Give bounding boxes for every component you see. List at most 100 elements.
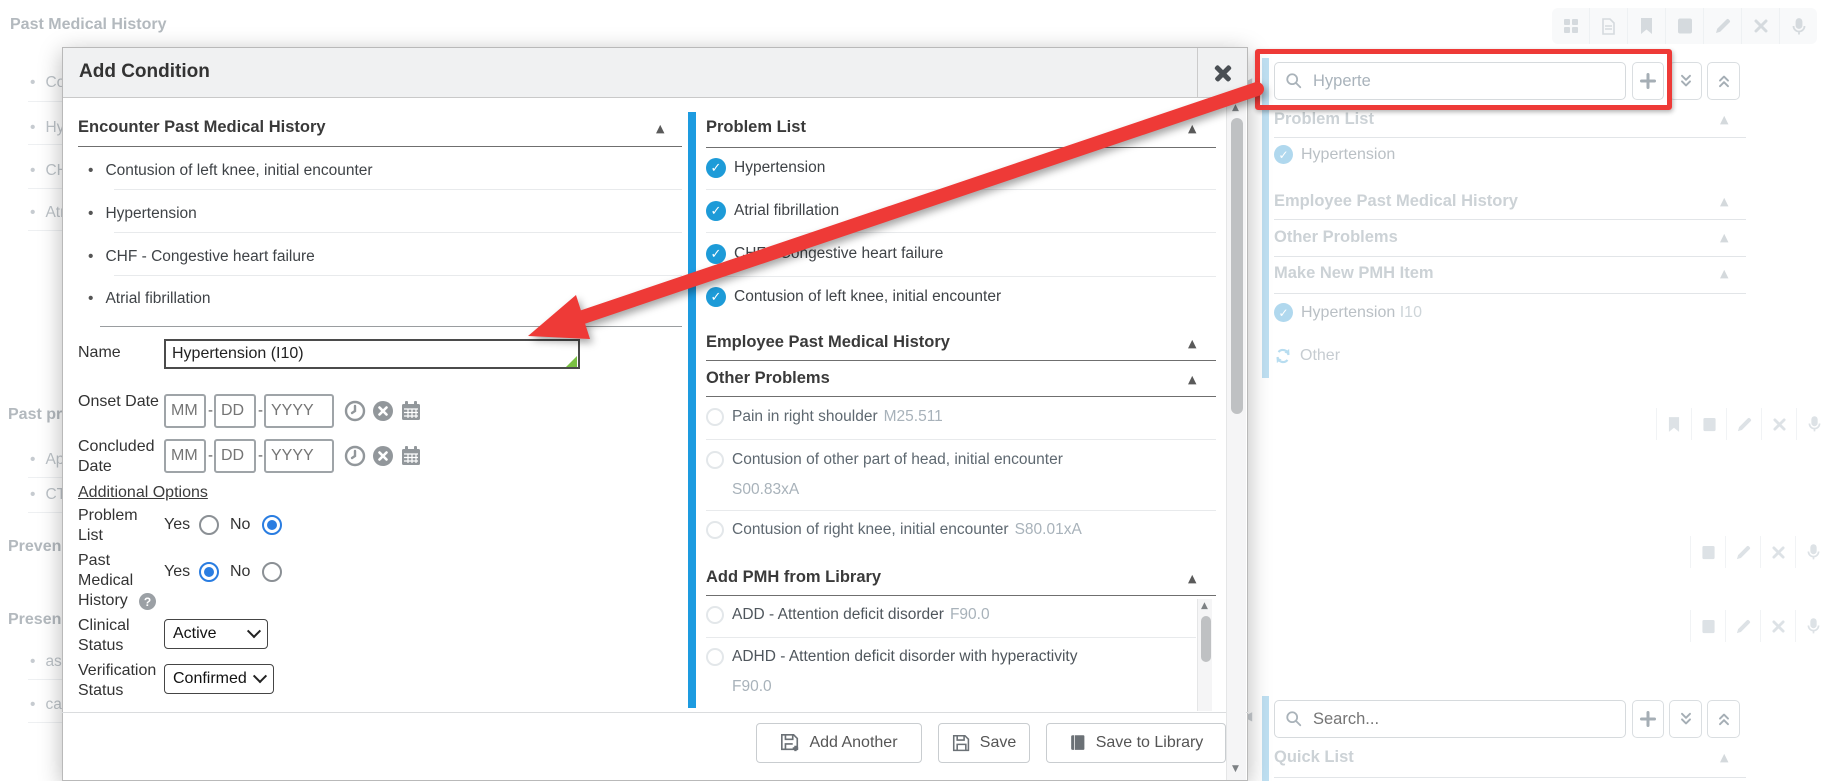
onset-year-input[interactable] [264,394,334,428]
collapse-all-button[interactable] [1707,700,1740,738]
modal-scrollbar[interactable]: ▲ ▼ [1226,98,1246,780]
concluded-month-input[interactable] [164,439,206,473]
problem-list-yes-radio[interactable] [199,515,219,535]
problem-list-item[interactable]: ✓CHF - Congestive heart failure [706,244,943,264]
scrollbar-thumb[interactable] [1201,616,1211,662]
radio-circle-icon [706,451,724,469]
close-icon[interactable] [1760,536,1795,568]
sidebar-section-quick-list[interactable]: Quick List [1274,748,1354,767]
expand-all-button[interactable] [1669,62,1702,100]
chevron-up-icon[interactable]: ▲ [1720,752,1728,763]
radio-circle-icon [706,648,724,666]
microphone-icon[interactable] [1779,8,1817,44]
pencil-icon[interactable] [1725,536,1760,568]
scroll-up-icon[interactable]: ▲ [1201,602,1208,611]
pmh-no-radio[interactable] [262,562,282,582]
problem-list-header[interactable]: Problem List [706,118,806,137]
help-icon[interactable]: ? [139,593,156,610]
pencil-icon[interactable] [1703,8,1741,44]
microphone-icon[interactable] [1796,408,1831,440]
book-icon[interactable] [1691,408,1726,440]
book-icon[interactable] [1690,536,1725,568]
chevron-up-icon[interactable]: ▲ [1720,196,1728,207]
additional-options-link[interactable]: Additional Options [78,484,208,502]
check-circle-icon: ✓ [1274,303,1293,322]
save-to-library-button[interactable]: Save to Library [1046,723,1226,763]
pencil-icon[interactable] [1726,408,1761,440]
sidebar-item-hypertension[interactable]: ✓ Hypertension [1274,145,1395,164]
chevron-up-icon[interactable]: ▲ [1720,268,1728,279]
add-another-button[interactable]: Add Another [756,723,922,763]
sidebar-item-hypertension-i10[interactable]: ✓ Hypertension I10 [1274,303,1422,322]
chevron-up-icon[interactable]: ▲ [1188,338,1196,349]
microphone-icon[interactable] [1795,536,1830,568]
other-problems-header[interactable]: Other Problems [706,369,830,388]
sidebar-item-other[interactable]: Other [1274,347,1340,365]
verification-status-select[interactable]: Confirmed [164,664,274,694]
encounter-pmh-header[interactable]: Encounter Past Medical History [78,118,326,137]
document-icon[interactable] [1589,8,1627,44]
concluded-year-input[interactable] [264,439,334,473]
employee-pmh-header[interactable]: Employee Past Medical History [706,333,950,352]
encounter-pmh-item[interactable]: •CHF - Congestive heart failure [88,248,315,266]
chevron-up-icon[interactable]: ▲ [1720,114,1728,125]
book-icon[interactable] [1690,610,1725,642]
clear-date-icon[interactable] [372,445,394,467]
check-circle-icon: ✓ [706,158,726,178]
pmh-yes-radio[interactable] [199,562,219,582]
onset-day-input[interactable] [214,394,256,428]
close-icon[interactable] [1760,610,1795,642]
problem-list-item[interactable]: ✓Atrial fibrillation [706,201,839,221]
close-icon[interactable] [1761,408,1796,440]
encounter-pmh-item[interactable]: •Atrial fibrillation [88,290,211,308]
problem-list-no-radio[interactable] [262,515,282,535]
condition-name-input[interactable] [164,339,580,369]
sidebar-section-problem-list[interactable]: Problem List [1274,110,1374,129]
close-icon[interactable] [1741,8,1779,44]
bookmark-icon[interactable] [1656,408,1691,440]
book-icon[interactable] [1665,8,1703,44]
onset-month-input[interactable] [164,394,206,428]
other-problem-item[interactable]: Contusion of other part of head, initial… [706,451,1063,469]
save-plus-icon [780,733,800,753]
scroll-down-icon[interactable]: ▼ [1232,765,1239,774]
problem-list-item[interactable]: ✓Contusion of left knee, initial encount… [706,287,1001,307]
other-problem-item[interactable]: Pain in right shoulderM25.511 [706,408,943,426]
collapse-all-button[interactable] [1707,62,1740,100]
chevron-up-icon[interactable]: ▲ [1188,374,1196,385]
modal-close-button[interactable] [1197,48,1247,97]
concluded-day-input[interactable] [214,439,256,473]
encounter-pmh-item[interactable]: •Hypertension [88,205,197,223]
library-scrollbar[interactable]: ▲ [1197,599,1212,711]
save-button[interactable]: Save [938,723,1030,763]
chevron-up-icon[interactable]: ▲ [656,123,664,134]
pencil-icon[interactable] [1725,610,1760,642]
grid-icon[interactable] [1552,8,1589,44]
library-item[interactable]: ADD - Attention deficit disorderF90.0 [706,606,990,624]
sidebar-section-other-problems[interactable]: Other Problems [1274,228,1398,247]
library-item[interactable]: ADHD - Attention deficit disorder with h… [706,648,1077,666]
scroll-up-icon[interactable]: ▲ [1232,104,1239,113]
sidebar-section-employee-pmh[interactable]: Employee Past Medical History [1274,192,1518,211]
calendar-icon[interactable] [400,400,422,422]
scrollbar-thumb[interactable] [1231,118,1243,414]
microphone-icon[interactable] [1795,610,1830,642]
encounter-pmh-item[interactable]: •Contusion of left knee, initial encount… [88,162,373,180]
search-input[interactable] [1311,709,1615,730]
clinical-status-select[interactable]: Active [164,619,268,649]
add-new-item-button[interactable] [1632,700,1664,738]
chevron-up-icon[interactable]: ▲ [1188,123,1196,134]
calendar-icon[interactable] [400,445,422,467]
clock-icon[interactable] [344,400,366,422]
add-pmh-from-library-header[interactable]: Add PMH from Library [706,568,881,587]
bookmark-icon[interactable] [1627,8,1665,44]
sidebar-section-make-new-pmh[interactable]: Make New PMH Item [1274,264,1434,283]
chevron-up-icon[interactable]: ▲ [1188,573,1196,584]
other-problem-item[interactable]: Contusion of right knee, initial encount… [706,521,1082,539]
expand-all-button[interactable] [1669,700,1702,738]
chevron-up-icon[interactable]: ▲ [1720,232,1728,243]
clock-icon[interactable] [344,445,366,467]
problem-list-item[interactable]: ✓Hypertension [706,158,825,178]
quick-list-search-box[interactable] [1274,700,1626,738]
clear-date-icon[interactable] [372,400,394,422]
